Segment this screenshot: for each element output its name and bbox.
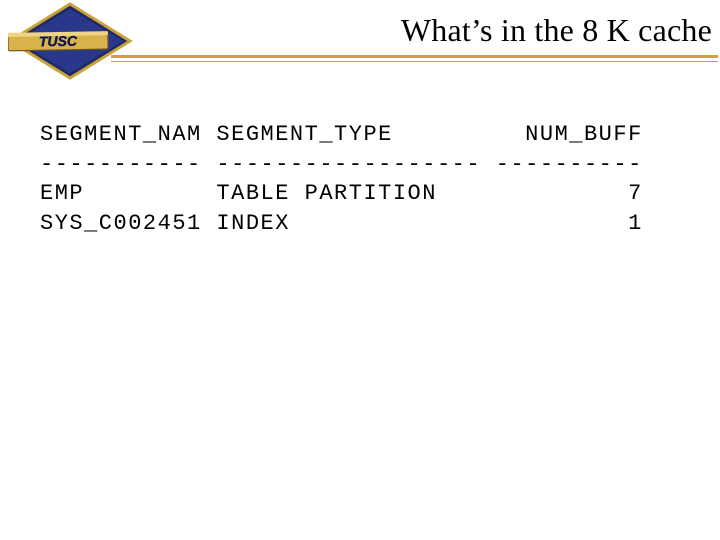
divider-thick [111,55,718,58]
tusc-logo-text: TUSC [39,33,78,50]
slide: TUSC What’s in the 8 K cache SEGMENT_NAM… [0,0,720,540]
content: SEGMENT_NAM SEGMENT_TYPE NUM_BUFF ------… [40,120,700,239]
slide-title: What’s in the 8 K cache [401,12,712,49]
divider-thin [111,61,718,62]
tusc-logo: TUSC [8,2,133,80]
header: TUSC What’s in the 8 K cache [0,0,720,70]
cache-table: SEGMENT_NAM SEGMENT_TYPE NUM_BUFF ------… [40,120,700,239]
